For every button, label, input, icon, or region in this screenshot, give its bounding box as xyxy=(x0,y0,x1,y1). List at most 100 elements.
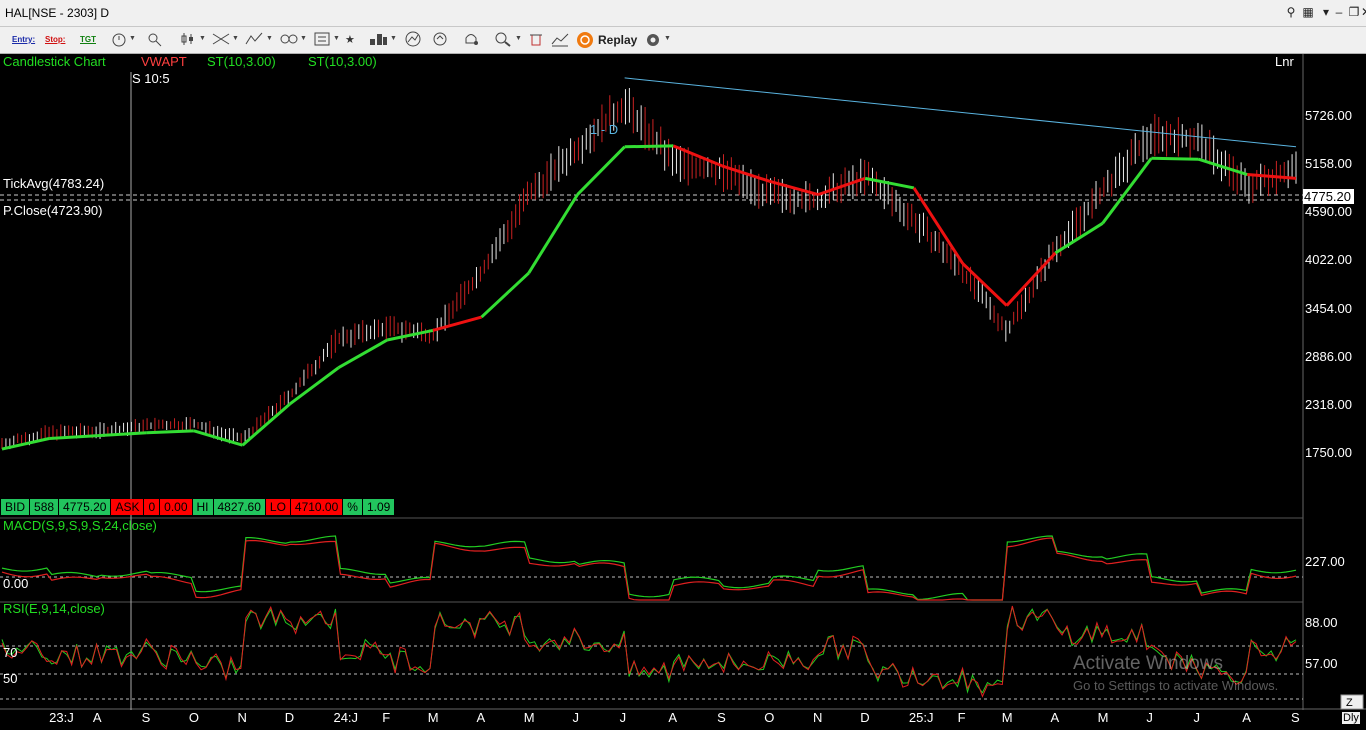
rsi-70-label: 70 xyxy=(3,645,18,660)
y-tick: 4590.00 xyxy=(1305,204,1352,219)
zoom-icon[interactable] xyxy=(494,31,512,49)
search-icon[interactable]: ⚲ xyxy=(1283,4,1299,20)
scanner-icon[interactable] xyxy=(432,31,450,49)
x-tick: M xyxy=(1001,710,1013,725)
x-tick: O xyxy=(188,710,199,725)
replay-icon[interactable] xyxy=(576,31,594,49)
macd-zero-label: 0.00 xyxy=(3,576,29,591)
period-button[interactable]: Dly xyxy=(1342,712,1360,724)
macd-label[interactable]: MACD(S,9,S,9,S,24,close) xyxy=(3,518,157,533)
y-tick: 2318.00 xyxy=(1305,397,1352,412)
alert-bell-icon[interactable] xyxy=(462,31,480,49)
rsi-label[interactable]: RSI(E,9,14,close) xyxy=(3,601,105,616)
rsi-tick: 57.00 xyxy=(1305,656,1338,671)
favorite-icon[interactable]: ★ xyxy=(345,31,355,49)
tick-avg-label: TickAvg(4783.24) xyxy=(3,176,105,191)
x-tick: N xyxy=(813,710,823,725)
compare-icon[interactable] xyxy=(404,31,422,49)
y-tick: 1750.00 xyxy=(1305,445,1352,460)
chevron-down-icon[interactable]: ▼ xyxy=(300,35,307,42)
drawing-tools-icon[interactable] xyxy=(212,31,230,49)
supertrend-segment xyxy=(146,429,194,435)
x-tick: M xyxy=(523,710,535,725)
layout-icon[interactable] xyxy=(368,31,388,49)
x-tick: A xyxy=(1242,710,1251,725)
x-tick: 23:J xyxy=(49,710,74,725)
chevron-down-icon[interactable]: ▼ xyxy=(129,35,136,42)
window-title: HAL[NSE - 2303] D xyxy=(5,6,110,20)
high-label: HI xyxy=(192,499,213,515)
x-tick: 25:J xyxy=(908,710,934,725)
close-icon[interactable]: ✕ xyxy=(1358,4,1366,20)
x-tick: S xyxy=(1291,710,1300,725)
entry-button[interactable]: Entry: xyxy=(12,31,35,49)
ask-price: 0.00 xyxy=(160,499,192,515)
chevron-down-icon[interactable]: ▼ xyxy=(664,35,671,42)
x-tick: A xyxy=(92,710,102,725)
timer-icon[interactable] xyxy=(111,31,127,49)
target-button[interactable]: TGT xyxy=(80,31,96,49)
indicator-supertrend-2[interactable]: ST(10,3.00) xyxy=(308,54,377,69)
indicator-vwapt[interactable]: VWAPT xyxy=(141,54,187,69)
ask-label: ASK xyxy=(111,499,144,515)
x-tick: M xyxy=(1097,710,1109,725)
chevron-down-icon[interactable]: ▼ xyxy=(199,35,206,42)
low-label: LO xyxy=(265,499,290,515)
y-tick: 2886.00 xyxy=(1305,349,1352,364)
x-tick: A xyxy=(1050,710,1060,725)
chevron-down-icon[interactable]: ▼ xyxy=(515,35,522,42)
bid-price: 4775.20 xyxy=(59,499,111,515)
z-button-label: Z xyxy=(1346,697,1353,709)
activation-watermark-sub: Go to Settings to activate Windows. xyxy=(1073,678,1279,693)
stop-button[interactable]: Stop: xyxy=(45,31,65,49)
x-tick: M xyxy=(427,710,439,725)
high-price: 4827.60 xyxy=(213,499,265,515)
delete-icon[interactable] xyxy=(528,31,544,49)
indicator-supertrend-1[interactable]: ST(10,3.00) xyxy=(207,54,276,69)
y-tick: 5158.00 xyxy=(1305,156,1352,171)
trendline-label: 1 - D xyxy=(590,122,619,137)
link-icon[interactable] xyxy=(279,31,299,49)
supertrend-segment xyxy=(1151,156,1199,161)
last-price-tag: 4775.20 xyxy=(1303,189,1354,204)
ask-qty: 0 xyxy=(144,499,160,515)
x-tick: F xyxy=(957,710,966,725)
y-tick: 3454.00 xyxy=(1305,301,1352,316)
crosshair-icon[interactable] xyxy=(146,31,162,49)
gear-icon[interactable] xyxy=(643,31,663,49)
toolbar: Entry: Stop: TGT ▼ ▼ ▼ ▼ ▼ ▼ ★ ▼ ▼ Repla… xyxy=(0,27,1366,54)
quote-bar: BID 588 4775.20 ASK 0 0.00 HI 4827.60 LO… xyxy=(1,499,395,515)
chart-canvas[interactable]: Z xyxy=(0,54,1366,730)
x-tick: A xyxy=(476,710,486,725)
x-tick: F xyxy=(382,710,391,725)
x-tick: J xyxy=(572,710,579,725)
macd-tick: 227.00 xyxy=(1305,554,1345,569)
prev-close-label: P.Close(4723.90) xyxy=(3,203,103,218)
chevron-down-icon[interactable]: ▼ xyxy=(232,35,239,42)
replay-button[interactable]: Replay xyxy=(598,31,637,49)
scale-toggle[interactable]: Lnr xyxy=(1275,54,1294,69)
change-pct: 1.09 xyxy=(362,499,395,515)
studies-icon[interactable] xyxy=(245,31,263,49)
x-tick: J xyxy=(619,710,627,725)
rsi-50-label: 50 xyxy=(3,671,18,686)
chart-type-label: Candlestick Chart xyxy=(3,54,106,69)
chevron-down-icon[interactable]: ▼ xyxy=(390,35,397,42)
contact-icon[interactable]: ▦ xyxy=(1300,4,1316,20)
chevron-down-icon[interactable]: ▼ xyxy=(266,35,273,42)
template-icon[interactable] xyxy=(313,31,331,49)
y-tick: 4022.00 xyxy=(1305,252,1352,267)
chart-type-icon[interactable] xyxy=(180,31,196,49)
y-tick: 5726.00 xyxy=(1305,108,1352,123)
line-chart-icon[interactable] xyxy=(551,31,569,49)
minimize-icon[interactable]: – xyxy=(1331,4,1347,20)
x-tick: S xyxy=(141,710,151,725)
x-tick: A xyxy=(668,710,678,725)
title-bar: HAL[NSE - 2303] D ⚲ ▦ ▾ – ❐ ✕ xyxy=(0,0,1366,27)
chevron-down-icon[interactable]: ▼ xyxy=(333,35,340,42)
x-tick: D xyxy=(860,710,870,725)
bid-qty: 588 xyxy=(30,499,59,515)
x-tick: N xyxy=(237,710,247,725)
activation-watermark: Activate Windows xyxy=(1073,653,1223,674)
x-tick: S xyxy=(717,710,726,725)
